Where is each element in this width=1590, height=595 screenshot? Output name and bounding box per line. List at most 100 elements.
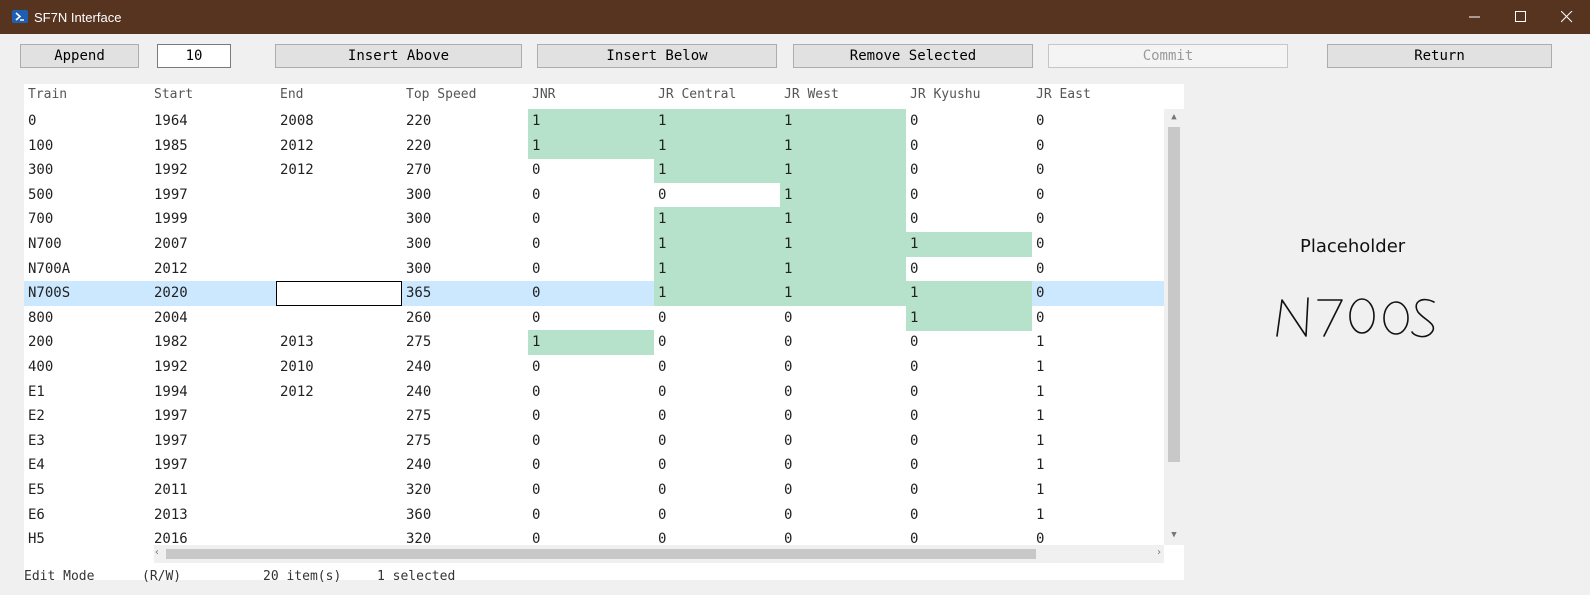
cell-jr-kyushu[interactable]: 0 — [906, 330, 1032, 355]
cell-train[interactable]: 300 — [24, 158, 150, 183]
cell-end[interactable] — [276, 207, 402, 232]
cell-end[interactable] — [276, 232, 402, 257]
cell-jr-kyushu[interactable]: 1 — [906, 281, 1032, 307]
cell-train[interactable]: E3 — [24, 429, 150, 454]
remove-selected-button[interactable]: Remove Selected — [793, 44, 1033, 68]
cell-jnr[interactable]: 0 — [528, 503, 654, 528]
cell-train[interactable]: E6 — [24, 503, 150, 528]
cell-jr-east[interactable]: 0 — [1032, 232, 1164, 257]
table-row[interactable]: E2 1997 275 0 0 0 0 1 — [24, 404, 1164, 429]
table-row[interactable]: H5 2016 320 0 0 0 0 0 — [24, 527, 1164, 545]
close-button[interactable] — [1544, 0, 1590, 34]
header-jr-kyushu[interactable]: JR Kyushu — [910, 87, 980, 102]
cell-jr-central[interactable]: 1 — [654, 109, 780, 134]
cell-top-speed[interactable]: 300 — [402, 207, 528, 232]
cell-start[interactable]: 1997 — [150, 183, 276, 208]
cell-jr-east[interactable]: 1 — [1032, 404, 1164, 429]
table-row[interactable]: 400 1992 2010 240 0 0 0 0 1 — [24, 355, 1164, 380]
cell-jr-central[interactable]: 1 — [654, 207, 780, 233]
vertical-scrollbar[interactable]: ▲ ▼ — [1164, 109, 1184, 545]
cell-start[interactable]: 1997 — [150, 429, 276, 454]
cell-jr-central[interactable]: 1 — [654, 256, 780, 282]
cell-jr-east[interactable]: 0 — [1032, 281, 1164, 306]
cell-end[interactable] — [276, 527, 402, 545]
cell-end[interactable] — [276, 281, 402, 307]
count-input[interactable]: 10 — [157, 44, 231, 68]
cell-jr-west[interactable]: 1 — [780, 158, 906, 184]
insert-below-button[interactable]: Insert Below — [537, 44, 777, 68]
cell-jr-kyushu[interactable]: 0 — [906, 355, 1032, 380]
cell-jnr[interactable]: 0 — [528, 527, 654, 545]
cell-train[interactable]: 200 — [24, 330, 150, 355]
table-row[interactable]: N700A 2012 300 0 1 1 0 0 — [24, 256, 1164, 282]
cell-end[interactable] — [276, 478, 402, 503]
cell-start[interactable]: 2004 — [150, 306, 276, 331]
cell-jr-east[interactable]: 1 — [1032, 330, 1164, 355]
cell-start[interactable]: 1985 — [150, 134, 276, 159]
cell-jr-kyushu[interactable]: 0 — [906, 478, 1032, 503]
cell-end[interactable]: 2012 — [276, 134, 402, 159]
cell-train[interactable]: 400 — [24, 355, 150, 380]
cell-jr-kyushu[interactable]: 0 — [906, 257, 1032, 282]
header-jnr[interactable]: JNR — [532, 87, 555, 102]
cell-jr-kyushu[interactable]: 0 — [906, 183, 1032, 208]
cell-train[interactable]: E2 — [24, 404, 150, 429]
cell-jr-east[interactable]: 0 — [1032, 158, 1164, 183]
cell-jr-central[interactable]: 0 — [654, 453, 780, 478]
cell-train[interactable]: 500 — [24, 183, 150, 208]
cell-jr-kyushu[interactable]: 0 — [906, 404, 1032, 429]
cell-jr-kyushu[interactable]: 0 — [906, 207, 1032, 232]
commit-button[interactable]: Commit — [1048, 44, 1288, 68]
cell-end[interactable] — [276, 183, 402, 208]
cell-jnr[interactable]: 0 — [528, 453, 654, 478]
maximize-button[interactable] — [1498, 0, 1544, 34]
header-jr-east[interactable]: JR East — [1036, 87, 1091, 102]
cell-jr-central[interactable]: 0 — [654, 355, 780, 380]
cell-jr-kyushu[interactable]: 0 — [906, 453, 1032, 478]
cell-top-speed[interactable]: 240 — [402, 355, 528, 380]
cell-jnr[interactable]: 0 — [528, 232, 654, 257]
table-row[interactable]: E5 2011 320 0 0 0 0 1 — [24, 478, 1164, 503]
header-jr-central[interactable]: JR Central — [658, 87, 736, 102]
cell-top-speed[interactable]: 360 — [402, 503, 528, 528]
cell-jr-east[interactable]: 1 — [1032, 380, 1164, 405]
cell-jr-east[interactable]: 0 — [1032, 109, 1164, 134]
cell-top-speed[interactable]: 320 — [402, 478, 528, 503]
cell-jr-west[interactable]: 0 — [780, 306, 906, 331]
table-row[interactable]: 0 1964 2008 220 1 1 1 0 0 — [24, 109, 1164, 134]
cell-train[interactable]: N700 — [24, 232, 150, 257]
cell-top-speed[interactable]: 365 — [402, 281, 528, 306]
cell-jr-east[interactable]: 0 — [1032, 134, 1164, 159]
cell-jr-central[interactable]: 1 — [654, 281, 780, 307]
cell-jr-central[interactable]: 1 — [654, 133, 780, 159]
cell-train[interactable]: E1 — [24, 380, 150, 405]
cell-jnr[interactable]: 1 — [528, 330, 654, 356]
cell-start[interactable]: 1982 — [150, 330, 276, 355]
insert-above-button[interactable]: Insert Above — [275, 44, 522, 68]
cell-jr-east[interactable]: 1 — [1032, 503, 1164, 528]
cell-train[interactable]: 700 — [24, 207, 150, 232]
cell-train[interactable]: N700A — [24, 257, 150, 282]
cell-end[interactable] — [276, 257, 402, 282]
horizontal-scroll-thumb[interactable] — [166, 549, 1036, 559]
cell-jr-west[interactable]: 1 — [780, 281, 906, 307]
cell-jr-east[interactable]: 1 — [1032, 453, 1164, 478]
cell-jnr[interactable]: 0 — [528, 478, 654, 503]
cell-top-speed[interactable]: 300 — [402, 257, 528, 282]
cell-jr-central[interactable]: 0 — [654, 306, 780, 331]
cell-end[interactable]: 2012 — [276, 158, 402, 183]
cell-jnr[interactable]: 0 — [528, 306, 654, 331]
cell-jr-west[interactable]: 1 — [780, 182, 906, 208]
table-row[interactable]: N700 2007 300 0 1 1 1 0 — [24, 232, 1164, 257]
table-row[interactable]: 700 1999 300 0 1 1 0 0 — [24, 207, 1164, 233]
cell-start[interactable]: 2007 — [150, 232, 276, 257]
table-row[interactable]: E3 1997 275 0 0 0 0 1 — [24, 429, 1164, 454]
scroll-up-icon[interactable]: ▲ — [1168, 112, 1180, 124]
cell-jr-kyushu[interactable]: 0 — [906, 503, 1032, 528]
cell-jr-central[interactable]: 0 — [654, 380, 780, 405]
cell-end[interactable] — [276, 503, 402, 528]
cell-jr-west[interactable]: 0 — [780, 355, 906, 380]
cell-top-speed[interactable]: 220 — [402, 109, 528, 134]
cell-jr-west[interactable]: 1 — [780, 256, 906, 282]
cell-train[interactable]: 800 — [24, 306, 150, 331]
